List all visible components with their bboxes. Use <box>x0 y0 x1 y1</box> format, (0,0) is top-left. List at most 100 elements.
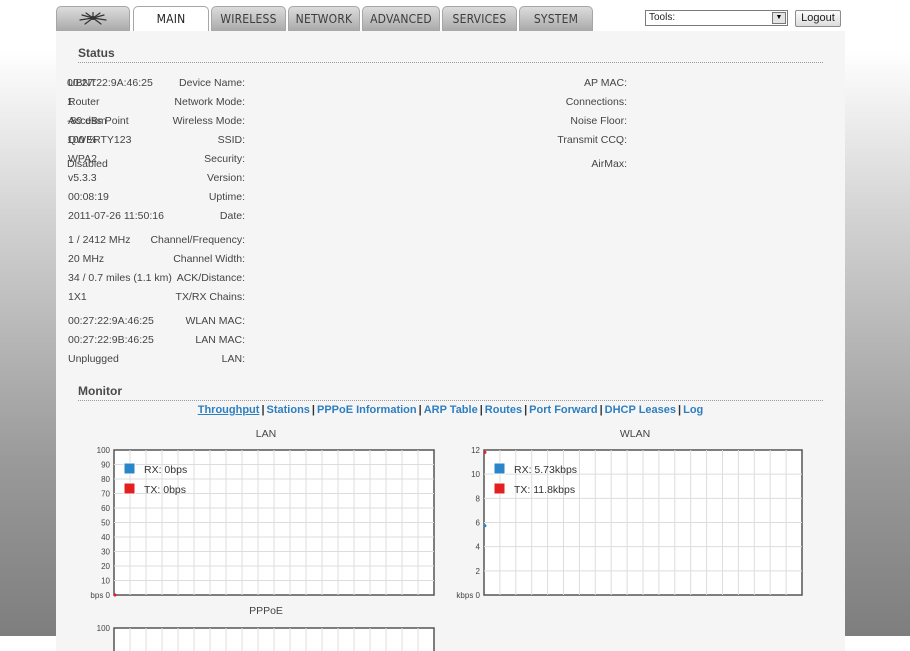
status-row: Uptime: 00:08:19 <box>56 190 245 204</box>
monitor-link-stations[interactable]: Stations <box>267 404 310 416</box>
chart-title-wlan: WLAN <box>619 428 651 440</box>
y-tick-label: 8 <box>476 494 481 503</box>
monitor-link-throughput[interactable]: Throughput <box>198 404 260 416</box>
status-row: Channel Width: 20 MHz <box>56 252 245 266</box>
link-separator: | <box>418 404 422 416</box>
status-value: 34 / 0.7 miles (1.1 km) <box>68 272 172 284</box>
status-row: WLAN MAC: 00:27:22:9A:46:25 <box>56 314 245 328</box>
status-row: Version: v5.3.3 <box>56 171 245 185</box>
y-tick-label: 60 <box>101 504 110 513</box>
main-panel: Status Device Name: UBNT Network Mode: Rout… <box>56 31 845 651</box>
status-value: 00:27:22:9A:46:25 <box>67 77 153 89</box>
tab-network[interactable]: NETWORK <box>288 6 360 31</box>
legend-label: TX: 0bps <box>144 484 186 496</box>
status-row: TX/RX Chains: 1X1 <box>56 290 245 304</box>
lan-chart: bps 0 10 20 30 40 50 60 70 80 90 100 RX: 0bps TX: 0b… <box>90 446 435 600</box>
legend-swatch <box>493 462 506 475</box>
status-label: Date: <box>219 210 245 222</box>
status-row: Channel/Frequency: 1 / 2412 MHz <box>56 233 245 247</box>
y-tick-label: 50 <box>101 519 110 528</box>
wlan-chart: kbps 0 2 4 6 8 10 12 RX: 5.73kbps TX: 11.8kbps <box>456 446 803 600</box>
monitor-link-port-forward[interactable]: Port Forward <box>529 404 597 416</box>
status-row: Connections: 1 <box>56 95 627 109</box>
status-value: Disabled <box>67 158 108 170</box>
legend-label: RX: 5.73kbps <box>514 464 577 476</box>
link-separator: | <box>524 404 528 416</box>
status-value: 00:27:22:9A:46:25 <box>68 315 154 327</box>
chart-title-pppoe: PPPoE <box>249 605 283 617</box>
status-label: AP MAC: <box>584 77 627 89</box>
tab-system[interactable]: SYSTEM <box>519 6 593 31</box>
tab-label: WIRELESS <box>220 12 277 26</box>
chevron-down-icon: ▼ <box>772 12 786 24</box>
status-row: Transmit CCQ: 100 % <box>56 133 627 147</box>
status-value: 00:27:22:9B:46:25 <box>68 334 154 346</box>
data-point <box>483 450 487 454</box>
status-value: v5.3.3 <box>68 172 97 184</box>
status-label: Connections: <box>565 96 627 108</box>
status-label: AirMax: <box>591 158 627 170</box>
y-tick-label: 12 <box>471 446 480 455</box>
status-label: TX/RX Chains: <box>175 291 245 303</box>
status-value: 1X1 <box>68 291 87 303</box>
status-value: 20 MHz <box>68 253 105 265</box>
data-point <box>483 524 487 528</box>
status-value: -89 dBm <box>67 115 107 127</box>
status-row: AirMax: Disabled <box>56 157 627 171</box>
tab-main[interactable]: MAIN <box>133 6 209 32</box>
y-tick-label: 10 <box>471 470 480 479</box>
ubiquiti-logo-icon <box>79 11 107 25</box>
link-separator: | <box>311 404 315 416</box>
status-row: Noise Floor: -89 dBm <box>56 114 627 128</box>
tab-advanced[interactable]: ADVANCED <box>362 6 440 31</box>
y-tick-label: kbps 0 <box>456 591 480 600</box>
status-label: LAN: <box>221 353 245 365</box>
tab-wireless[interactable]: WIRELESS <box>211 6 286 31</box>
legend-swatch <box>123 462 136 475</box>
tab-logo[interactable] <box>56 6 130 31</box>
status-row: Date: 2011-07-26 11:50:16 <box>56 209 245 223</box>
tab-label: SERVICES <box>452 12 507 26</box>
y-tick-label: 100 <box>97 446 111 455</box>
status-section-title: Status <box>78 46 823 63</box>
monitor-link-dhcp-leases[interactable]: DHCP Leases <box>605 404 676 416</box>
tools-select-value: Tools: <box>649 12 676 23</box>
status-value: 2011-07-26 11:50:16 <box>68 210 164 222</box>
status-label: Transmit CCQ: <box>557 134 627 146</box>
tools-select[interactable]: Tools: ▼ <box>645 10 788 26</box>
y-tick-label: 6 <box>476 519 481 528</box>
monitor-links: Throughput | Stations | PPPoE Information | AR… <box>56 404 845 416</box>
status-row: LAN MAC: 00:27:22:9B:46:25 <box>56 333 245 347</box>
link-separator: | <box>479 404 483 416</box>
status-label: Channel/Frequency: <box>150 234 245 246</box>
legend-label: RX: 0bps <box>144 464 187 476</box>
status-value: 00:08:19 <box>68 191 109 203</box>
tab-services[interactable]: SERVICES <box>442 6 517 31</box>
link-separator: | <box>261 404 265 416</box>
link-separator: | <box>599 404 603 416</box>
status-row: AP MAC: 00:27:22:9A:46:25 <box>56 76 627 90</box>
status-value: Unplugged <box>68 353 119 365</box>
status-value: 1 <box>67 96 73 108</box>
tab-label: MAIN <box>156 12 186 26</box>
monitor-link-arp-table[interactable]: ARP Table <box>424 404 478 416</box>
status-row: LAN: Unplugged <box>56 352 245 366</box>
tab-label: SYSTEM <box>533 12 579 26</box>
monitor-link-log[interactable]: Log <box>683 404 703 416</box>
status-label: Noise Floor: <box>570 115 627 127</box>
monitor-link-routes[interactable]: Routes <box>485 404 522 416</box>
legend-swatch <box>123 482 136 495</box>
legend-label: TX: 11.8kbps <box>514 484 575 496</box>
y-tick-label: 20 <box>101 562 110 571</box>
chart-title-lan: LAN <box>255 428 277 440</box>
logout-button[interactable]: Logout <box>795 10 841 27</box>
pppoe-chart: 100 <box>97 624 435 651</box>
tab-label: NETWORK <box>295 12 353 26</box>
y-tick-label: 2 <box>476 567 481 576</box>
tab-label: ADVANCED <box>370 12 432 26</box>
y-tick-label: 30 <box>101 548 110 557</box>
y-tick-label: 40 <box>101 533 110 542</box>
status-label: ACK/Distance: <box>176 272 245 284</box>
monitor-link-pppoe-information[interactable]: PPPoE Information <box>317 404 417 416</box>
y-tick-label: 4 <box>476 543 481 552</box>
